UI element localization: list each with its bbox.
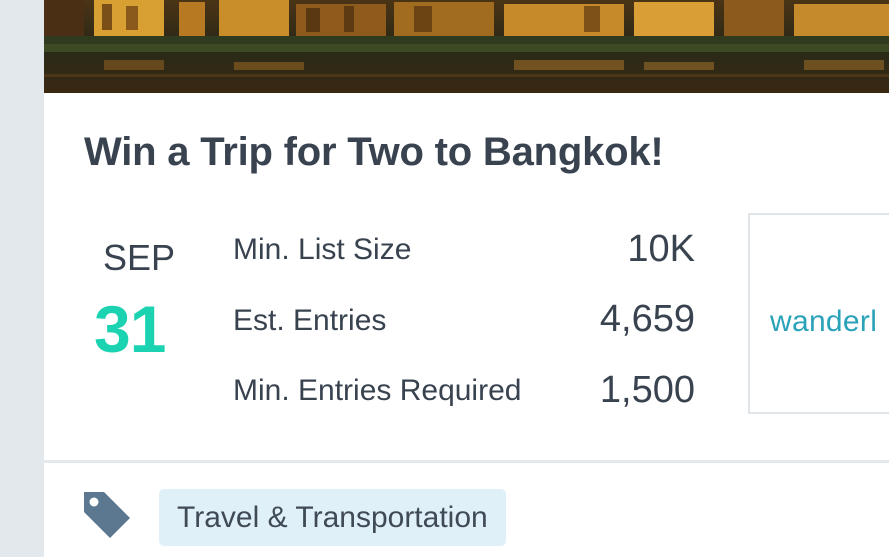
end-date-day: 31 bbox=[94, 292, 166, 366]
sponsor-logo: wanderl bbox=[770, 305, 878, 338]
category-tag[interactable]: Travel & Transportation bbox=[159, 489, 506, 546]
end-date-month: SEP bbox=[103, 237, 176, 278]
sponsor-logo-box[interactable]: wanderl bbox=[748, 213, 889, 414]
min-entries-required-value: 1,500 bbox=[599, 369, 695, 411]
tag-icon bbox=[80, 488, 134, 542]
est-entries-value: 4,659 bbox=[599, 298, 695, 340]
contest-title[interactable]: Win a Trip for Two to Bangkok! bbox=[84, 128, 664, 176]
est-entries-label: Est. Entries bbox=[233, 304, 387, 337]
card-divider bbox=[44, 460, 889, 463]
contest-card[interactable]: Win a Trip for Two to Bangkok! SEP 31 Mi… bbox=[44, 0, 889, 557]
min-list-size-value: 10K bbox=[627, 228, 695, 270]
min-entries-required-label: Min. Entries Required bbox=[233, 374, 522, 407]
hero-image bbox=[44, 0, 889, 93]
min-list-size-label: Min. List Size bbox=[233, 233, 412, 266]
